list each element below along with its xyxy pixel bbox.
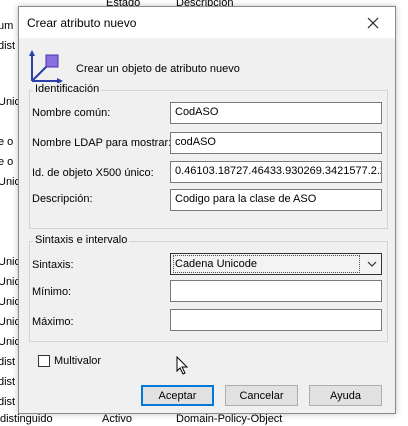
title-bar[interactable]: Crear atributo nuevo bbox=[19, 7, 395, 38]
background-fragment: Unic bbox=[0, 296, 20, 308]
oid-input[interactable]: 0.46103.18727.46433.930269.3421577.2.2 bbox=[170, 161, 382, 183]
background-fragment: Unic bbox=[0, 316, 20, 328]
syntax-group-title: Sintaxis e intervalo bbox=[33, 234, 130, 246]
background-fragment: dist bbox=[0, 396, 16, 408]
cancel-button[interactable]: Cancelar bbox=[225, 385, 298, 406]
background-fragment: dist bbox=[0, 376, 16, 388]
background-fragment: dist bbox=[0, 40, 16, 52]
background-fragment: Unic bbox=[0, 256, 20, 268]
oid-label: Id. de objeto X500 único: bbox=[32, 167, 154, 179]
syntax-label: Sintaxis: bbox=[32, 259, 74, 271]
background-fragment: e o bbox=[0, 136, 14, 148]
multivalue-checkbox[interactable] bbox=[38, 355, 50, 367]
attribute-schema-icon bbox=[29, 50, 63, 84]
ok-button[interactable]: Aceptar bbox=[141, 385, 214, 406]
syntax-select[interactable]: Cadena Unicode bbox=[170, 253, 382, 275]
close-icon bbox=[367, 17, 379, 28]
background-fragment: dist bbox=[0, 356, 16, 368]
chevron-down-icon bbox=[367, 261, 377, 267]
background-bottom-row: distinguido Activo Domain-Policy-Object bbox=[0, 414, 408, 426]
description-input[interactable]: Codigo para la clase de ASO bbox=[170, 189, 382, 211]
background-fragment: e o bbox=[0, 156, 14, 168]
background-fragment: Unic bbox=[0, 276, 20, 288]
background-fragment: Unic bbox=[0, 176, 20, 188]
background-fragment: Unic bbox=[0, 96, 20, 108]
dialog-title: Crear atributo nuevo bbox=[27, 16, 137, 30]
close-button[interactable] bbox=[351, 7, 395, 38]
create-attribute-dialog: Crear atributo nuevo Crear un objeto de … bbox=[18, 6, 396, 414]
background-cell: Activo bbox=[102, 414, 132, 425]
ldap-name-input[interactable]: codASO bbox=[170, 132, 382, 154]
max-label: Máximo: bbox=[32, 316, 74, 328]
min-input[interactable] bbox=[170, 280, 382, 302]
max-input[interactable] bbox=[170, 309, 382, 331]
dialog-header-text: Crear un objeto de atributo nuevo bbox=[76, 63, 240, 75]
description-label: Descripción: bbox=[32, 193, 93, 205]
help-button[interactable]: Ayuda bbox=[309, 385, 382, 406]
common-name-input[interactable]: CodASO bbox=[170, 102, 382, 124]
syntax-selected-value: Cadena Unicode bbox=[173, 255, 360, 273]
background-cell: Domain-Policy-Object bbox=[176, 414, 283, 425]
identification-group-title: Identificación bbox=[33, 83, 102, 95]
background-fragment: Unic bbox=[0, 336, 20, 348]
min-label: Mínimo: bbox=[32, 286, 72, 298]
common-name-label: Nombre común: bbox=[32, 107, 111, 119]
background-list-fragments: um dist Unic e o e o Unic Unic Unic Unic… bbox=[0, 10, 20, 415]
background-fragment: um bbox=[0, 20, 14, 32]
mouse-cursor-icon bbox=[176, 356, 189, 375]
multivalue-label[interactable]: Multivalor bbox=[54, 355, 101, 367]
ldap-name-label: Nombre LDAP para mostrar: bbox=[32, 137, 172, 149]
background-cell: distinguido bbox=[0, 414, 53, 425]
